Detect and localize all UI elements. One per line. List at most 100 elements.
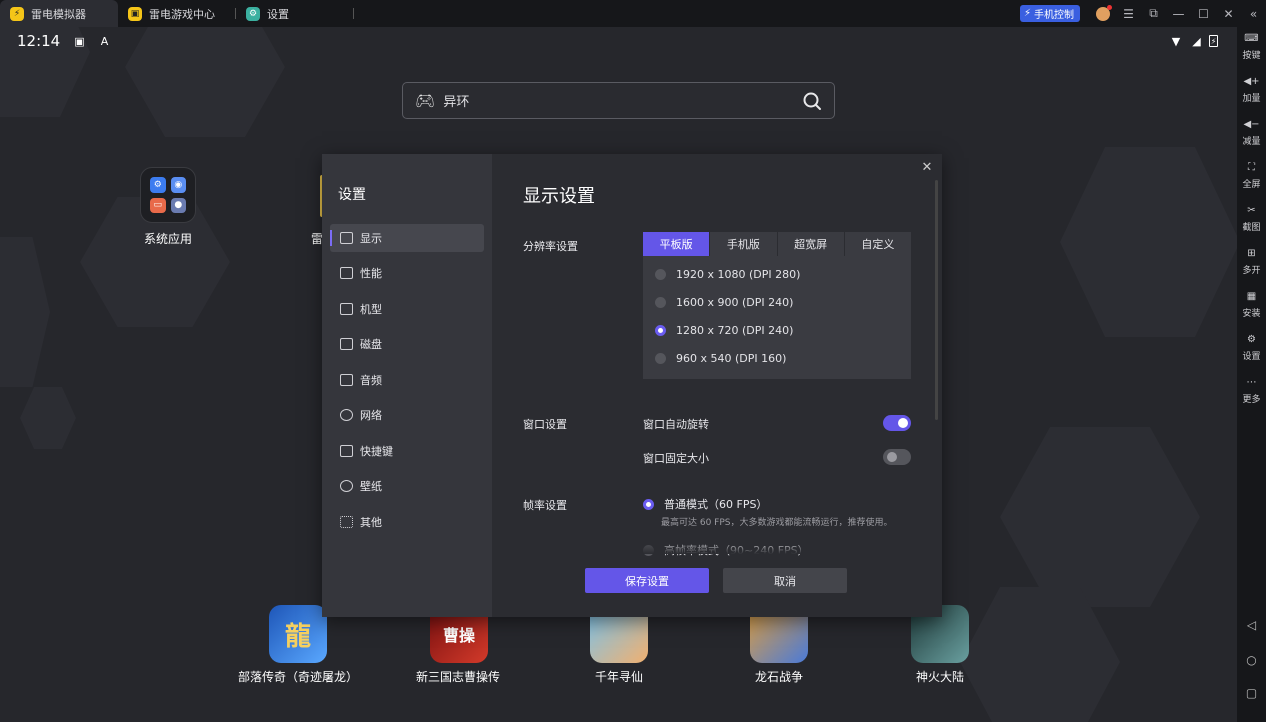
- scrollbar[interactable]: [935, 180, 938, 420]
- sidebar-item-keys[interactable]: ⌨ 按键: [1237, 31, 1266, 71]
- settings-icon: ⚙: [1247, 333, 1256, 345]
- settings-gear-icon: ⚙: [246, 6, 260, 21]
- external-window-icon[interactable]: ⧉: [1141, 0, 1166, 27]
- font-icon: A: [100, 34, 109, 48]
- resolution-option[interactable]: 1920 x 1080 (DPI 280): [655, 266, 800, 282]
- android-status-bar: 12:14 ▣ A ▼ ◢ ⚡: [0, 27, 1237, 55]
- nav-item-disk[interactable]: 磁盘: [330, 330, 484, 358]
- save-settings-button[interactable]: 保存设置: [585, 568, 709, 593]
- right-toolbar: ⌨ 按键 ◀+ 加量 ◀− 减量 ⛶ 全屏 ✂ 截图 ⊞ 多开 ▦ 安装 ⚙ 设置 ⋯ 更多 ◁ …: [1237, 27, 1266, 722]
- nav-item-model[interactable]: 机型: [330, 295, 484, 323]
- radio-button[interactable]: [655, 268, 666, 280]
- app-label: 龙石战争: [754, 670, 803, 684]
- volume-down-icon: ◀−: [1243, 118, 1260, 130]
- settings-dialog: 设置 显示 性能 机型 磁盘 音频 网络 快捷键 壁纸 其他 ✕ 显示设置 分辨…: [322, 154, 942, 617]
- disk-icon: [340, 338, 353, 350]
- resolution-option[interactable]: 960 x 540 (DPI 160): [655, 350, 786, 366]
- resolution-option[interactable]: 1600 x 900 (DPI 240): [655, 294, 793, 310]
- home-icon[interactable]: ○: [1244, 652, 1259, 667]
- phone-control-button[interactable]: ⚡ 手机控制: [1019, 5, 1080, 22]
- title-bar: ⚡ 雷电模拟器 ▣ 雷电游戏中心 ⚙ 设置 ⚡ 手机控制 ☰ ⧉ — ☐ ✕ «: [0, 0, 1266, 27]
- monitor-icon: [340, 232, 353, 244]
- tab-ultrawide[interactable]: 超宽屏: [778, 232, 845, 256]
- scissors-icon: ✂: [1247, 204, 1256, 216]
- signal-icon: ◢: [1192, 34, 1201, 48]
- leidian-logo-icon: ⚡: [10, 6, 24, 21]
- auto-rotate-toggle[interactable]: [883, 415, 911, 431]
- sidebar-item-multi[interactable]: ⊞ 多开: [1237, 246, 1266, 286]
- settings-title: 设置: [338, 187, 366, 203]
- device-icon: [340, 303, 353, 315]
- recents-icon[interactable]: ▢: [1244, 685, 1259, 700]
- search-input[interactable]: 异环: [443, 91, 802, 110]
- grid-icon: [340, 516, 353, 528]
- resolution-label: 分辨率设置: [523, 240, 578, 253]
- folder-label: 系统应用: [143, 232, 192, 246]
- radio-button-selected[interactable]: [655, 324, 666, 336]
- keyboard-icon: ⌨: [1244, 32, 1259, 44]
- resolution-tabs: 平板版 手机版 超宽屏 自定义: [643, 232, 911, 256]
- tab-game-center[interactable]: ▣ 雷电游戏中心: [118, 0, 236, 27]
- nav-item-audio[interactable]: 音频: [330, 366, 484, 394]
- close-window-icon[interactable]: ✕: [1216, 0, 1241, 27]
- user-avatar[interactable]: [1096, 4, 1112, 21]
- audio-icon: [340, 374, 353, 386]
- back-icon[interactable]: ◁: [1244, 617, 1259, 632]
- close-dialog-icon[interactable]: ✕: [920, 160, 934, 175]
- nav-item-other[interactable]: 其他: [330, 508, 484, 536]
- browser-app-icon: ◉: [170, 177, 186, 193]
- app-label: 神火大陆: [915, 670, 964, 684]
- resolution-option[interactable]: 1280 x 720 (DPI 240): [655, 322, 793, 338]
- nav-item-network[interactable]: 网络: [330, 401, 484, 429]
- app-label: 新三国志曹操传: [415, 670, 500, 684]
- fps-normal-description: 最高可达 60 FPS，大多数游戏都能流畅运行，推荐使用。: [661, 518, 893, 528]
- emulator-screen[interactable]: 12:14 ▣ A ▼ ◢ ⚡ 🎮︎ 异环 ⚙ ◉ ▭ ● 系统应用 雷 龍 部…: [0, 27, 1237, 722]
- nav-item-display[interactable]: 显示: [330, 224, 484, 252]
- tab-phone[interactable]: 手机版: [710, 232, 778, 256]
- sidebar-item-more[interactable]: ⋯ 更多: [1237, 375, 1266, 415]
- more-icon: ⋯: [1246, 376, 1257, 388]
- tab-leidian-emulator[interactable]: ⚡ 雷电模拟器: [0, 0, 118, 27]
- collapse-sidebar-icon[interactable]: «: [1241, 0, 1266, 27]
- tab-custom[interactable]: 自定义: [845, 232, 911, 256]
- sidebar-item-fullscreen[interactable]: ⛶ 全屏: [1237, 160, 1266, 200]
- app-label: 千年寻仙: [594, 670, 643, 684]
- gamepad-icon: 🎮︎: [415, 91, 436, 110]
- maximize-icon[interactable]: ☐: [1191, 0, 1216, 27]
- fps-settings-label: 帧率设置: [523, 499, 567, 512]
- system-apps-folder[interactable]: ⚙ ◉ ▭ ●: [140, 167, 196, 223]
- cancel-button[interactable]: 取消: [723, 568, 847, 593]
- content-title: 显示设置: [523, 186, 595, 207]
- sidebar-item-volume-down[interactable]: ◀− 减量: [1237, 117, 1266, 157]
- tab-settings[interactable]: ⚙ 设置: [236, 0, 354, 27]
- sidebar-item-screenshot[interactable]: ✂ 截图: [1237, 203, 1266, 243]
- background-hexagon: [1000, 427, 1200, 607]
- fps-normal-option[interactable]: 普通模式（60 FPS）: [643, 496, 767, 512]
- sidebar-item-install[interactable]: ▦ 安装: [1237, 289, 1266, 329]
- app-icon-buluo[interactable]: 龍: [269, 605, 327, 663]
- nav-item-wallpaper[interactable]: 壁纸: [330, 472, 484, 500]
- tab-label: 雷电游戏中心: [149, 7, 215, 21]
- search-bar[interactable]: 🎮︎ 异环: [402, 82, 835, 119]
- radio-button-selected[interactable]: [643, 498, 654, 510]
- auto-rotate-label: 窗口自动旋转: [643, 418, 709, 431]
- fixed-size-label: 窗口固定大小: [643, 452, 709, 465]
- fixed-size-toggle[interactable]: [883, 449, 911, 465]
- nav-item-performance[interactable]: 性能: [330, 259, 484, 287]
- radio-button[interactable]: [655, 296, 666, 308]
- sidebar-item-volume-up[interactable]: ◀+ 加量: [1237, 74, 1266, 114]
- sidebar-item-settings[interactable]: ⚙ 设置: [1237, 332, 1266, 372]
- radio-button[interactable]: [655, 352, 666, 364]
- tab-tablet[interactable]: 平板版: [643, 232, 711, 256]
- fullscreen-icon: ⛶: [1248, 161, 1255, 173]
- globe-icon: [340, 409, 353, 421]
- bolt-icon: ⚡: [1023, 8, 1031, 19]
- minimize-icon[interactable]: —: [1166, 0, 1191, 27]
- settings-app-icon: ⚙: [150, 177, 166, 193]
- image-icon: ▣: [74, 34, 85, 48]
- search-icon[interactable]: [802, 91, 822, 111]
- window-settings-label: 窗口设置: [523, 418, 567, 431]
- nav-item-shortcuts[interactable]: 快捷键: [330, 437, 484, 465]
- menu-icon[interactable]: ☰: [1116, 0, 1141, 27]
- app-label: 部落传奇（奇迹屠龙）: [237, 670, 358, 684]
